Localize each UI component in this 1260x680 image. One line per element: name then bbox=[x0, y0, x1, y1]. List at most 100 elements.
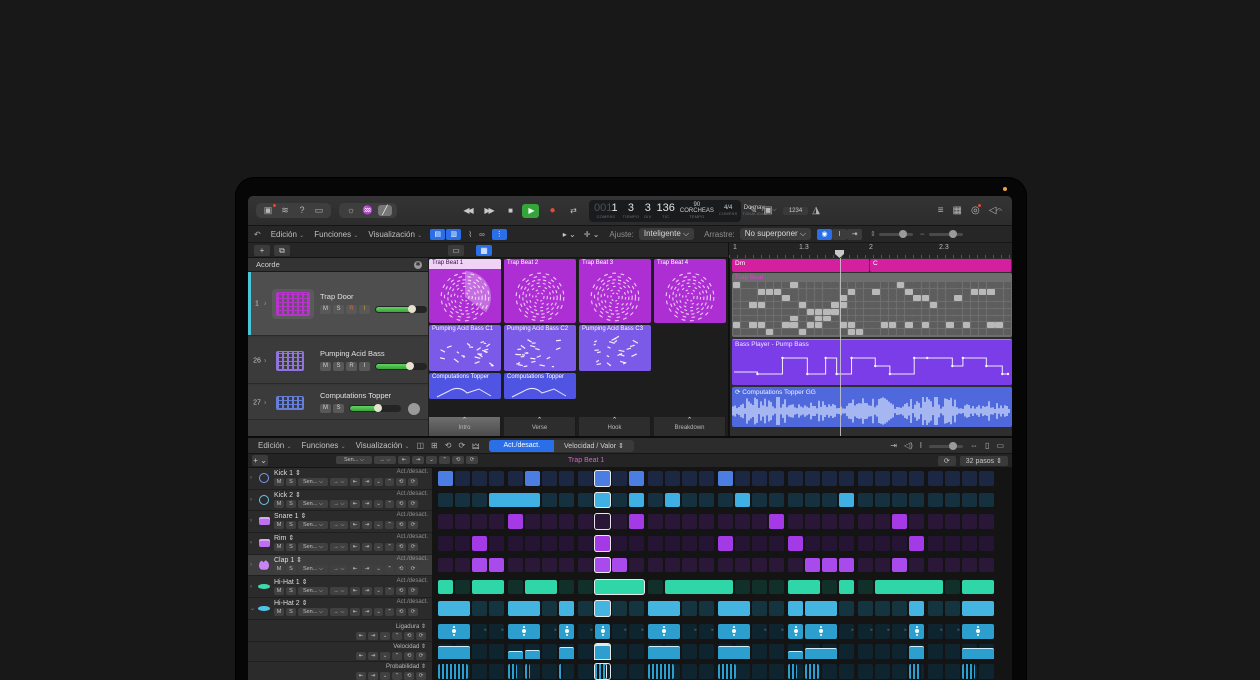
substep-cell[interactable] bbox=[612, 644, 627, 659]
step-cell[interactable] bbox=[682, 471, 697, 486]
control-surfaces-icon[interactable]: ≋ bbox=[278, 205, 292, 216]
step-cell[interactable] bbox=[928, 536, 943, 551]
row-rotate-right-button[interactable]: ⟳ bbox=[408, 500, 418, 508]
step-cell[interactable] bbox=[438, 493, 453, 508]
step-cell[interactable] bbox=[559, 471, 574, 486]
step-cell[interactable] bbox=[875, 558, 890, 573]
velocity-bar[interactable] bbox=[788, 651, 803, 659]
sub-up-button[interactable]: ⌃ bbox=[392, 672, 402, 680]
step-cell[interactable] bbox=[455, 514, 470, 529]
substep-cell[interactable] bbox=[699, 664, 714, 679]
step-cell[interactable] bbox=[822, 471, 837, 486]
step-cell[interactable] bbox=[665, 536, 680, 551]
solo-button[interactable]: S bbox=[333, 362, 344, 371]
row-up-button[interactable]: ⌃ bbox=[385, 565, 394, 573]
chord-region[interactable]: C bbox=[870, 259, 1012, 272]
substep-cell[interactable] bbox=[629, 664, 644, 679]
step-cell[interactable] bbox=[578, 514, 593, 529]
step-cell[interactable] bbox=[508, 580, 523, 595]
tie-active[interactable] bbox=[909, 624, 924, 639]
pan-knob[interactable] bbox=[408, 403, 420, 415]
volume-slider[interactable] bbox=[349, 405, 401, 412]
cycle-button[interactable]: ⇄ bbox=[564, 204, 581, 218]
row-rotate-right-button[interactable]: ⟳ bbox=[408, 478, 418, 486]
velocity-bar[interactable] bbox=[718, 646, 750, 659]
step-cell[interactable] bbox=[612, 514, 627, 529]
substep-cell[interactable]: ▸ bbox=[875, 624, 890, 639]
substep-cell[interactable] bbox=[928, 664, 943, 679]
row-direction-select[interactable]: → ⌵ bbox=[330, 478, 348, 486]
horizontal-zoom-slider[interactable] bbox=[929, 233, 963, 236]
velocity-bar[interactable] bbox=[909, 646, 924, 659]
step-cell[interactable] bbox=[788, 493, 803, 508]
step-cell[interactable] bbox=[769, 558, 784, 573]
step-cell[interactable] bbox=[578, 580, 593, 595]
add-track-button[interactable]: + bbox=[254, 245, 270, 256]
substep-cell[interactable] bbox=[822, 664, 837, 679]
row-rotate-left-button[interactable]: ⟲ bbox=[396, 587, 406, 595]
substep-cell[interactable] bbox=[699, 644, 714, 659]
row-rotate-left-button[interactable]: ⟲ bbox=[396, 500, 406, 508]
step-cell[interactable] bbox=[909, 514, 924, 529]
step-cell[interactable] bbox=[578, 471, 593, 486]
seq-menu-edicin[interactable]: Edición ⌄ bbox=[258, 441, 292, 450]
row-rotate-right-button[interactable]: ⟳ bbox=[408, 565, 418, 573]
step-cell[interactable] bbox=[979, 471, 994, 486]
row-down-button[interactable]: ⌄ bbox=[374, 608, 383, 616]
step-cell-active[interactable] bbox=[508, 601, 540, 616]
step-cell[interactable] bbox=[682, 601, 697, 616]
seq-row-header-snare1[interactable]: ›Snare 1 ⇕Act./desact.MSSen... ⌵→ ⌵⇤⇥⌄⌃⟲… bbox=[248, 511, 432, 533]
row-shift-left-button[interactable]: ⇤ bbox=[350, 608, 360, 616]
step-cell-active[interactable] bbox=[839, 558, 854, 573]
tie-active[interactable] bbox=[788, 624, 803, 639]
substep-cell[interactable]: ▸ bbox=[578, 624, 593, 639]
step-cell[interactable] bbox=[979, 536, 994, 551]
sub-rotate-left-button[interactable]: ⟲ bbox=[404, 672, 414, 680]
step-cell-active[interactable] bbox=[595, 580, 644, 595]
step-cell[interactable] bbox=[979, 558, 994, 573]
step-cell[interactable] bbox=[858, 514, 873, 529]
step-cell[interactable] bbox=[699, 601, 714, 616]
step-cell[interactable] bbox=[769, 601, 784, 616]
substep-cell[interactable] bbox=[839, 644, 854, 659]
tie-active[interactable] bbox=[508, 624, 540, 639]
step-cell[interactable] bbox=[858, 601, 873, 616]
row-mute-button[interactable]: M bbox=[274, 478, 284, 486]
step-cell[interactable] bbox=[875, 514, 890, 529]
row-down-button[interactable]: ⌄ bbox=[374, 521, 383, 529]
velocity-bar[interactable] bbox=[595, 645, 610, 659]
step-cell[interactable] bbox=[962, 471, 977, 486]
step-cell[interactable] bbox=[455, 471, 470, 486]
step-cell[interactable] bbox=[892, 471, 907, 486]
step-cell-active[interactable] bbox=[489, 558, 504, 573]
probability-bar[interactable] bbox=[648, 664, 674, 679]
chord-region[interactable]: Dm bbox=[732, 259, 870, 272]
row-up-button[interactable]: ⌃ bbox=[385, 543, 394, 551]
step-cell[interactable] bbox=[858, 580, 873, 595]
loop-icon[interactable]: ∞ bbox=[479, 230, 485, 239]
play-button[interactable]: ▶ bbox=[522, 204, 539, 218]
step-cell-active[interactable] bbox=[875, 580, 943, 595]
step-cell[interactable] bbox=[542, 536, 557, 551]
step-cell[interactable] bbox=[455, 493, 470, 508]
substep-cell[interactable] bbox=[578, 644, 593, 659]
sen-select[interactable]: Sen... ⌵ bbox=[336, 456, 372, 464]
step-cell-active[interactable] bbox=[788, 580, 820, 595]
crossfade-icon[interactable]: ⌇ bbox=[468, 230, 472, 239]
substep-cell[interactable] bbox=[629, 644, 644, 659]
pencil-icon[interactable]: ✎ bbox=[749, 205, 757, 216]
step-cell[interactable] bbox=[612, 493, 627, 508]
sub-rotate-right-button[interactable]: ⟳ bbox=[416, 672, 426, 680]
record-button[interactable]: ● bbox=[543, 204, 560, 218]
substep-cell[interactable]: ▸ bbox=[612, 624, 627, 639]
panel-icon[interactable]: ▯ bbox=[985, 441, 989, 450]
substep-cell[interactable] bbox=[892, 664, 907, 679]
substep-cell[interactable] bbox=[858, 664, 873, 679]
step-cell[interactable] bbox=[542, 471, 557, 486]
step-cell[interactable] bbox=[455, 536, 470, 551]
substep-cell[interactable] bbox=[612, 664, 627, 679]
step-cell[interactable] bbox=[928, 514, 943, 529]
row-down-button[interactable]: ⌄ bbox=[374, 478, 383, 486]
step-cell[interactable] bbox=[489, 536, 504, 551]
step-cell[interactable] bbox=[648, 493, 663, 508]
